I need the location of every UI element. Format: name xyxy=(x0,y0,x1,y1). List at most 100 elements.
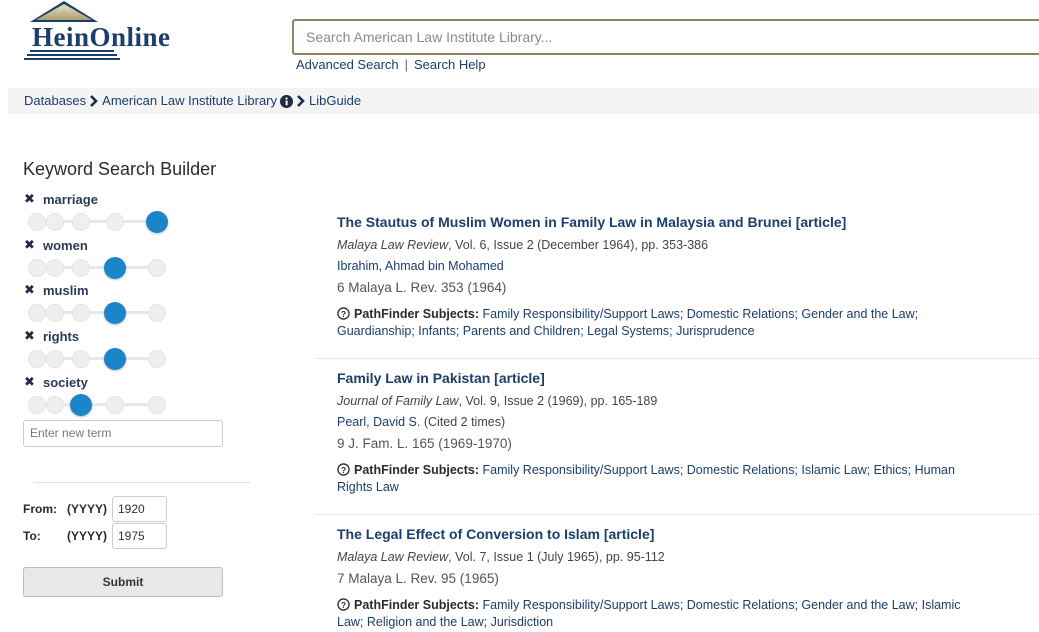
citation-details: , Vol. 6, Issue 2 (December 1964), pp. 3… xyxy=(448,238,709,252)
result-title[interactable]: Family Law in Pakistan [article] xyxy=(337,370,1037,386)
to-year-input[interactable]: 1975 xyxy=(112,523,167,549)
keyword-term: ✖ society xyxy=(24,374,224,416)
info-icon[interactable] xyxy=(280,94,294,108)
term-label: muslim xyxy=(43,282,89,298)
logo-pediment-icon: HeinOnline xyxy=(24,1,170,60)
slider-stop[interactable] xyxy=(148,396,166,414)
date-format-label: (YYYY) xyxy=(67,502,108,516)
term-weight-slider[interactable] xyxy=(24,394,174,416)
slider-knob[interactable] xyxy=(146,211,168,233)
result-divider xyxy=(315,514,1039,515)
journal-name: Malaya Law Review xyxy=(337,238,449,252)
term-weight-slider[interactable] xyxy=(24,348,174,370)
result-item: The Legal Effect of Conversion to Islam … xyxy=(337,526,1037,630)
remove-term-icon[interactable]: ✖ xyxy=(24,237,36,253)
slider-stop[interactable] xyxy=(72,259,90,277)
slider-stop[interactable] xyxy=(106,213,124,231)
slider-stop[interactable] xyxy=(28,396,46,414)
advanced-search-link[interactable]: Advanced Search xyxy=(296,57,399,72)
slider-stop[interactable] xyxy=(148,350,166,368)
result-citation: Journal of Family Law, Vol. 9, Issue 2 (… xyxy=(337,394,1037,408)
breadcrumb: Databases American Law Institute Library… xyxy=(8,88,1039,114)
from-date-row: From: (YYYY) 1920 xyxy=(23,496,167,522)
keyword-term: ✖ muslim xyxy=(24,282,224,324)
result-citation: Malaya Law Review, Vol. 6, Issue 2 (Dece… xyxy=(337,238,1037,252)
from-year-input[interactable]: 1920 xyxy=(112,496,167,522)
help-circle-icon[interactable]: ? xyxy=(337,307,350,320)
subjects-label: PathFinder Subjects: xyxy=(354,598,480,612)
slider-knob[interactable] xyxy=(104,257,126,279)
from-label: From: xyxy=(23,502,57,516)
search-placeholder: Search American Law Institute Library... xyxy=(306,29,553,45)
subjects-label: PathFinder Subjects: xyxy=(354,307,480,321)
slider-stop[interactable] xyxy=(46,304,64,322)
svg-text:?: ? xyxy=(341,309,346,319)
slider-stop[interactable] xyxy=(148,259,166,277)
remove-term-icon[interactable]: ✖ xyxy=(24,374,36,390)
keyword-builder-title: Keyword Search Builder xyxy=(23,159,217,179)
search-help-link[interactable]: Search Help xyxy=(414,57,486,72)
help-circle-icon[interactable]: ? xyxy=(337,463,350,476)
slider-stop[interactable] xyxy=(28,304,46,322)
slider-stop[interactable] xyxy=(148,304,166,322)
search-links: Advanced Search | Search Help xyxy=(296,57,486,72)
cited-count: (Cited 2 times) xyxy=(420,415,506,429)
keyword-term: ✖ rights xyxy=(24,328,224,370)
slider-stop[interactable] xyxy=(28,213,46,231)
pathfinder-subjects: ? PathFinder Subjects: Family Responsibil… xyxy=(337,306,977,339)
new-term-placeholder: Enter new term xyxy=(30,426,112,440)
author-link[interactable]: Ibrahim, Ahmad bin Mohamed xyxy=(337,259,504,273)
breadcrumb-databases[interactable]: Databases xyxy=(24,88,86,114)
slider-knob[interactable] xyxy=(104,348,126,370)
divider xyxy=(34,482,250,483)
submit-button[interactable]: Submit xyxy=(23,567,223,597)
term-weight-slider[interactable] xyxy=(24,257,174,279)
chevron-right-icon xyxy=(90,95,98,107)
subjects-label: PathFinder Subjects: xyxy=(354,463,480,477)
result-item: The Stautus of Muslim Women in Family La… xyxy=(337,214,1037,339)
slider-stop[interactable] xyxy=(106,396,124,414)
short-citation: 7 Malaya L. Rev. 95 (1965) xyxy=(337,571,499,586)
slider-stop[interactable] xyxy=(72,350,90,368)
help-circle-icon[interactable]: ? xyxy=(337,598,350,611)
breadcrumb-library[interactable]: American Law Institute Library xyxy=(102,88,277,114)
keyword-term: ✖ women xyxy=(24,237,224,279)
heinonline-logo[interactable]: HeinOnline xyxy=(22,0,212,64)
journal-name: Journal of Family Law xyxy=(337,394,459,408)
slider-stop[interactable] xyxy=(46,350,64,368)
author-link[interactable]: Pearl, David S. xyxy=(337,415,420,429)
citation-details: , Vol. 7, Issue 1 (July 1965), pp. 95-11… xyxy=(448,550,665,564)
to-label: To: xyxy=(23,529,41,543)
slider-knob[interactable] xyxy=(70,394,92,416)
result-author-row: Pearl, David S. (Cited 2 times) xyxy=(337,415,1037,429)
result-author-row: Ibrahim, Ahmad bin Mohamed xyxy=(337,259,1037,273)
term-label: women xyxy=(43,237,88,253)
slider-stop[interactable] xyxy=(46,396,64,414)
term-weight-slider[interactable] xyxy=(24,302,174,324)
breadcrumb-libguide[interactable]: LibGuide xyxy=(309,88,361,114)
link-separator: | xyxy=(404,57,409,72)
short-citation: 9 J. Fam. L. 165 (1969-1970) xyxy=(337,436,512,451)
term-weight-slider[interactable] xyxy=(24,211,174,233)
slider-stop[interactable] xyxy=(28,259,46,277)
svg-text:?: ? xyxy=(341,465,346,475)
slider-stop[interactable] xyxy=(72,304,90,322)
slider-stop[interactable] xyxy=(72,213,90,231)
result-title[interactable]: The Legal Effect of Conversion to Islam … xyxy=(337,526,1037,542)
chevron-right-icon xyxy=(297,95,305,107)
remove-term-icon[interactable]: ✖ xyxy=(24,328,36,344)
search-input[interactable]: Search American Law Institute Library... xyxy=(292,19,1039,55)
short-citation: 6 Malaya L. Rev. 353 (1964) xyxy=(337,280,507,295)
new-term-input[interactable]: Enter new term xyxy=(23,420,223,447)
svg-text:?: ? xyxy=(341,600,346,610)
slider-knob[interactable] xyxy=(104,302,126,324)
date-format-label: (YYYY) xyxy=(67,529,108,543)
result-title[interactable]: The Stautus of Muslim Women in Family La… xyxy=(337,214,1037,230)
to-date-row: To: (YYYY) 1975 xyxy=(23,523,167,549)
remove-term-icon[interactable]: ✖ xyxy=(24,282,36,298)
slider-stop[interactable] xyxy=(46,213,64,231)
term-label: marriage xyxy=(43,191,98,207)
slider-stop[interactable] xyxy=(46,259,64,277)
remove-term-icon[interactable]: ✖ xyxy=(24,191,36,207)
slider-stop[interactable] xyxy=(28,350,46,368)
